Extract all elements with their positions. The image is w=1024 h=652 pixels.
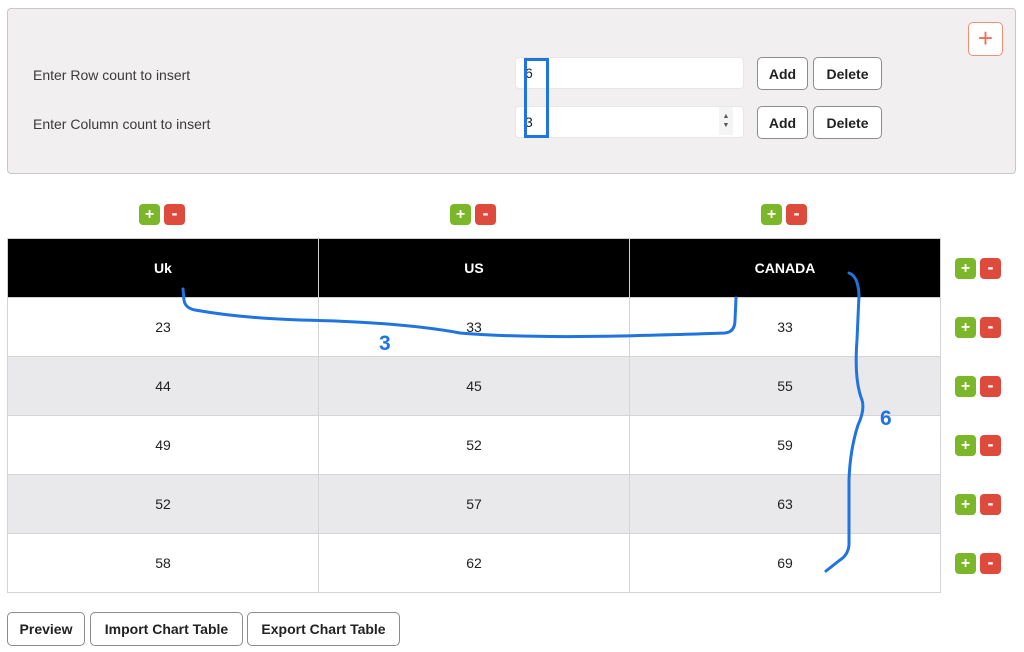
import-chart-table-button[interactable]: Import Chart Table xyxy=(90,612,243,646)
row-count-label: Enter Row count to insert xyxy=(33,67,191,83)
table-cell[interactable]: 45 xyxy=(318,356,630,416)
table-cell[interactable]: 49 xyxy=(7,415,319,475)
table-row: 23 33 33 xyxy=(7,297,941,357)
table-row: 44 45 55 xyxy=(7,356,941,416)
table-cell[interactable]: 58 xyxy=(7,533,319,593)
row-3-controls: + - xyxy=(955,435,1001,456)
column-count-input[interactable] xyxy=(515,106,744,138)
header-row-controls: + - xyxy=(955,258,1001,279)
add-column-icon[interactable]: + xyxy=(761,204,782,225)
row-1-controls: + - xyxy=(955,317,1001,338)
column-header[interactable]: CANADA xyxy=(629,238,941,298)
insert-panel: + xyxy=(7,8,1016,174)
table-cell[interactable]: 33 xyxy=(629,297,941,357)
column-2-controls: + - xyxy=(450,204,496,225)
table-cell[interactable]: 55 xyxy=(629,356,941,416)
table-cell[interactable]: 62 xyxy=(318,533,630,593)
add-row-icon[interactable]: + xyxy=(955,435,976,456)
spinner-up-icon[interactable]: ▲ xyxy=(723,112,730,121)
column-count-label: Enter Column count to insert xyxy=(33,116,211,132)
remove-row-icon[interactable]: - xyxy=(980,494,1001,515)
add-row-icon[interactable]: + xyxy=(955,553,976,574)
add-rows-button[interactable]: Add xyxy=(757,57,808,90)
table-row: 49 52 59 xyxy=(7,415,941,475)
remove-row-icon[interactable]: - xyxy=(980,435,1001,456)
columns-count-annotation: 3 xyxy=(379,332,391,355)
add-columns-button[interactable]: Add xyxy=(757,106,808,139)
column-1-controls: + - xyxy=(139,204,185,225)
table-cell[interactable]: 52 xyxy=(7,474,319,534)
row-2-controls: + - xyxy=(955,376,1001,397)
remove-column-icon[interactable]: - xyxy=(786,204,807,225)
table-row: 52 57 63 xyxy=(7,474,941,534)
table-row: 58 62 69 xyxy=(7,533,941,593)
add-row-icon[interactable]: + xyxy=(955,317,976,338)
column-header[interactable]: US xyxy=(318,238,630,298)
row-5-controls: + - xyxy=(955,553,1001,574)
table-cell[interactable]: 63 xyxy=(629,474,941,534)
remove-row-icon[interactable]: - xyxy=(980,258,1001,279)
table-cell[interactable]: 57 xyxy=(318,474,630,534)
add-column-icon[interactable]: + xyxy=(139,204,160,225)
table-cell[interactable]: 59 xyxy=(629,415,941,475)
header-row: Uk US CANADA xyxy=(7,238,941,298)
remove-column-icon[interactable]: - xyxy=(164,204,185,225)
remove-row-icon[interactable]: - xyxy=(980,553,1001,574)
remove-column-icon[interactable]: - xyxy=(475,204,496,225)
add-column-icon[interactable]: + xyxy=(450,204,471,225)
table-cell[interactable]: 44 xyxy=(7,356,319,416)
export-chart-table-button[interactable]: Export Chart Table xyxy=(247,612,400,646)
chart-data-table: Uk US CANADA 23 33 33 44 45 55 49 52 59 … xyxy=(7,238,941,593)
remove-row-icon[interactable]: - xyxy=(980,376,1001,397)
preview-button[interactable]: Preview xyxy=(7,612,85,646)
add-row-icon[interactable]: + xyxy=(955,258,976,279)
row-count-input[interactable] xyxy=(515,57,744,89)
table-cell[interactable]: 33 xyxy=(318,297,630,357)
plus-icon: + xyxy=(977,23,994,53)
add-panel-button[interactable]: + xyxy=(968,22,1003,56)
table-cell[interactable]: 52 xyxy=(318,415,630,475)
row-4-controls: + - xyxy=(955,494,1001,515)
spinner-down-icon[interactable]: ▼ xyxy=(723,121,730,130)
add-row-icon[interactable]: + xyxy=(955,376,976,397)
column-header[interactable]: Uk xyxy=(7,238,319,298)
add-row-icon[interactable]: + xyxy=(955,494,976,515)
column-3-controls: + - xyxy=(761,204,807,225)
remove-row-icon[interactable]: - xyxy=(980,317,1001,338)
delete-columns-button[interactable]: Delete xyxy=(813,106,882,139)
delete-rows-button[interactable]: Delete xyxy=(813,57,882,90)
table-cell[interactable]: 69 xyxy=(629,533,941,593)
rows-count-annotation: 6 xyxy=(880,407,892,430)
column-count-spinner[interactable]: ▲ ▼ xyxy=(719,107,733,135)
table-cell[interactable]: 23 xyxy=(7,297,319,357)
